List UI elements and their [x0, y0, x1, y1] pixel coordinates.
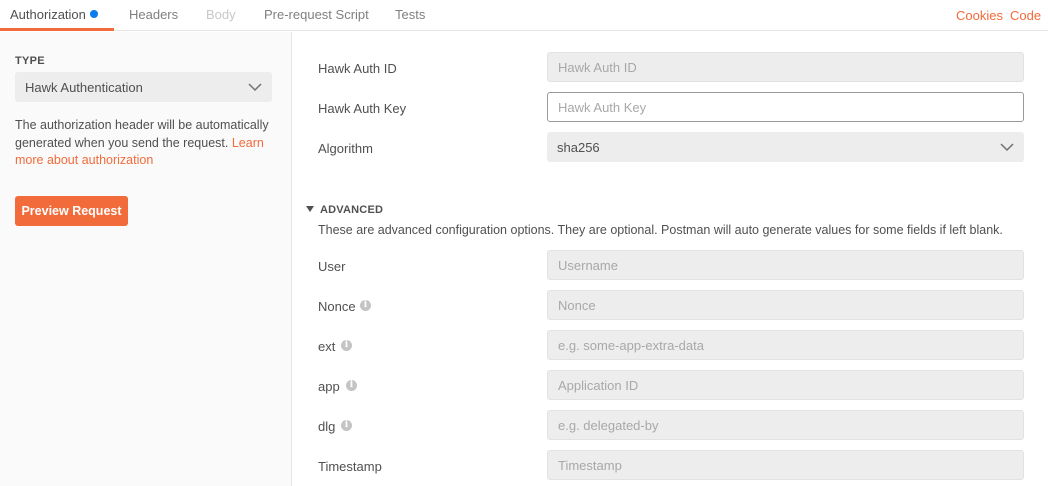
- active-tab-underline: [0, 28, 114, 31]
- hawk-auth-id-input[interactable]: [547, 52, 1024, 82]
- info-icon[interactable]: i: [360, 300, 371, 311]
- chevron-down-icon: [248, 83, 262, 92]
- chevron-down-icon: [1000, 143, 1014, 152]
- algorithm-select[interactable]: sha256: [547, 132, 1024, 162]
- advanced-section-toggle[interactable]: ADVANCED: [320, 204, 383, 216]
- info-icon[interactable]: i: [341, 340, 352, 351]
- nonce-label: Nonce: [318, 299, 356, 314]
- caret-down-icon[interactable]: [306, 205, 314, 213]
- algorithm-label: Algorithm: [318, 141, 373, 156]
- hawk-auth-key-input[interactable]: [547, 92, 1024, 122]
- auth-type-panel: TYPE Hawk Authentication The authorizati…: [0, 32, 292, 486]
- cookies-link[interactable]: Cookies: [956, 8, 1003, 23]
- ext-label: ext: [318, 339, 336, 354]
- hawk-auth-key-label: Hawk Auth Key: [318, 101, 407, 116]
- nonce-input[interactable]: [547, 290, 1024, 320]
- tab-tests[interactable]: Tests: [395, 7, 425, 22]
- auth-description: The authorization header will be automat…: [15, 117, 277, 170]
- hawk-auth-id-label: Hawk Auth ID: [318, 61, 397, 76]
- code-link[interactable]: Code: [1010, 8, 1041, 23]
- auth-type-select[interactable]: Hawk Authentication: [15, 72, 272, 102]
- info-icon[interactable]: i: [341, 420, 352, 431]
- user-input[interactable]: [547, 250, 1024, 280]
- app-label: app: [318, 379, 340, 394]
- app-input[interactable]: [547, 370, 1024, 400]
- dlg-label: dlg: [318, 419, 336, 434]
- tab-authorization[interactable]: Authorization: [10, 7, 86, 22]
- timestamp-input[interactable]: [547, 450, 1024, 480]
- preview-request-button[interactable]: Preview Request: [15, 196, 128, 226]
- auth-description-text: The authorization header will be automat…: [15, 118, 269, 150]
- tab-headers[interactable]: Headers: [129, 7, 178, 22]
- user-label: User: [318, 259, 346, 274]
- advanced-description: These are advanced configuration options…: [318, 223, 1003, 237]
- auth-type-value: Hawk Authentication: [25, 80, 143, 95]
- tab-body[interactable]: Body: [206, 7, 236, 22]
- dlg-input[interactable]: [547, 410, 1024, 440]
- request-tab-bar: Authorization Headers Body Pre-request S…: [0, 0, 1048, 31]
- auth-active-indicator: [90, 10, 98, 18]
- info-icon[interactable]: i: [346, 380, 357, 391]
- type-label: TYPE: [15, 55, 45, 67]
- ext-input[interactable]: [547, 330, 1024, 360]
- tab-prerequest-script[interactable]: Pre-request Script: [264, 7, 369, 22]
- timestamp-label: Timestamp: [318, 459, 382, 474]
- algorithm-value: sha256: [557, 140, 600, 155]
